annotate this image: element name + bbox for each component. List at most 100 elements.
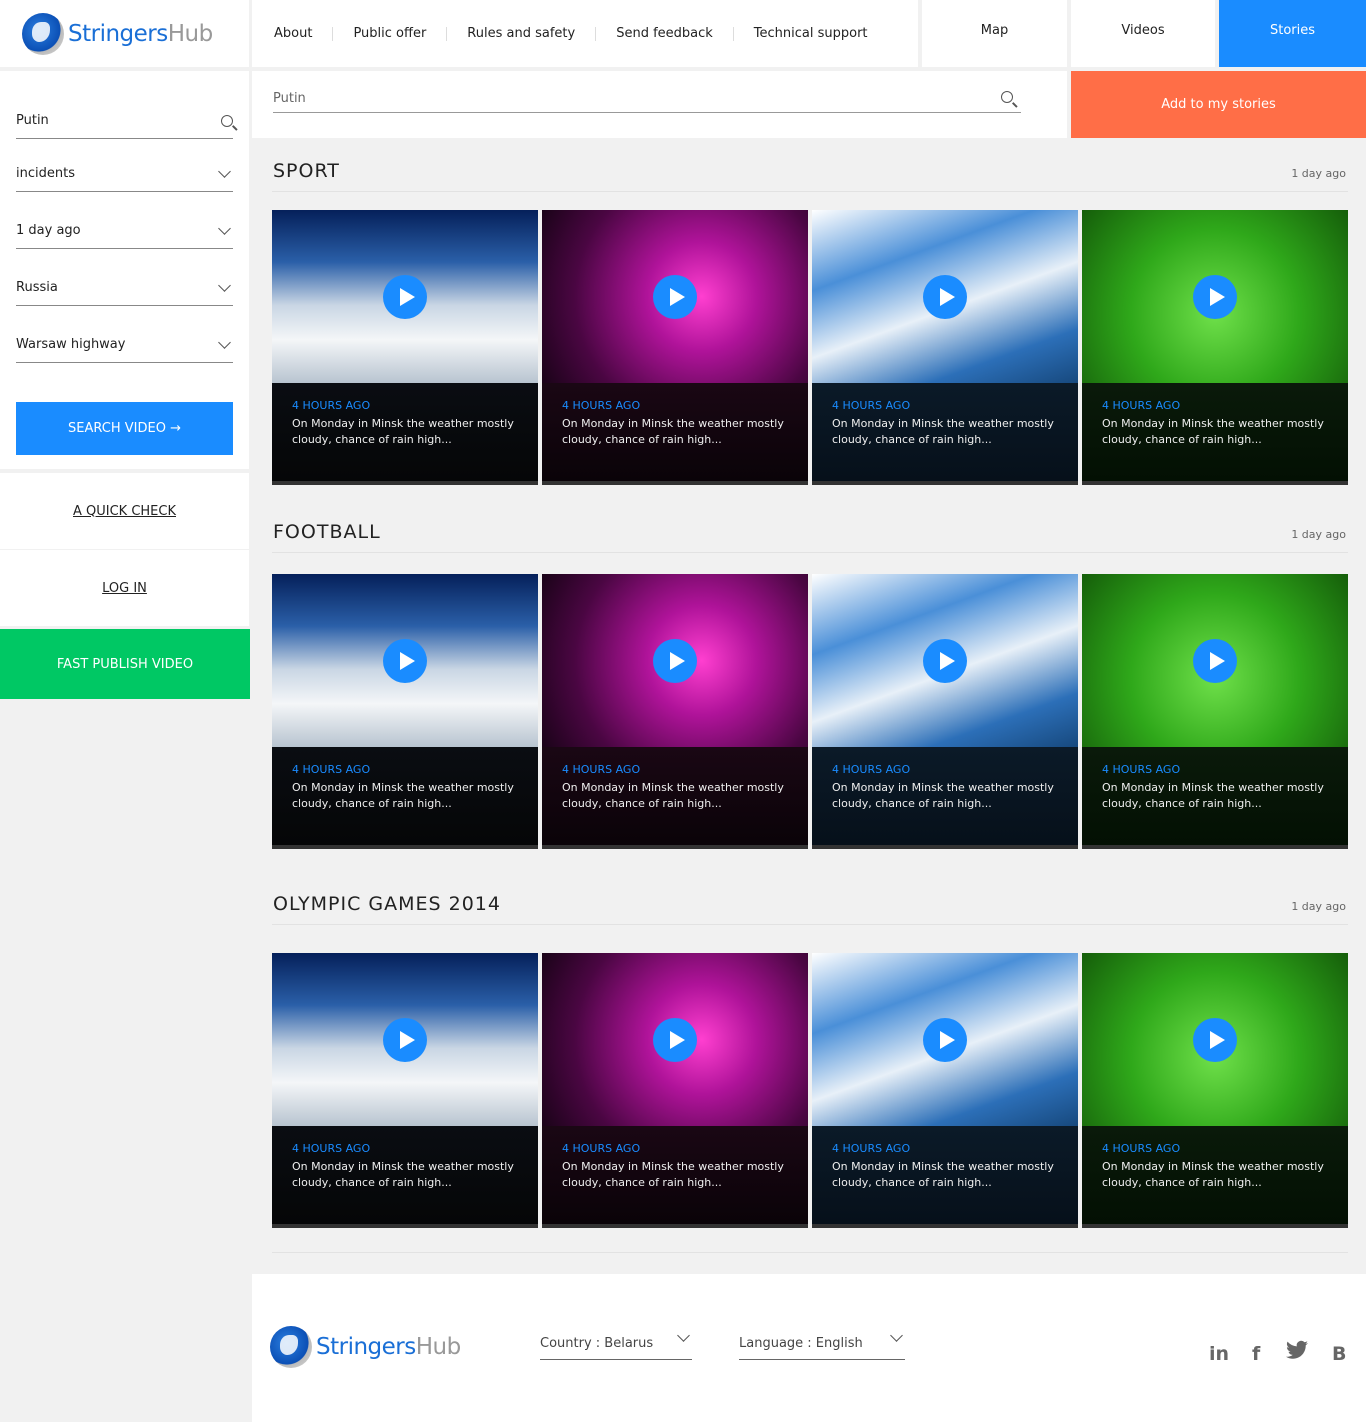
video-thumbnail[interactable] bbox=[812, 953, 1078, 1126]
video-card[interactable]: 4 HOURS AGO On Monday in Minsk the weathe… bbox=[812, 210, 1078, 485]
video-time: 4 HOURS AGO bbox=[832, 1142, 911, 1155]
video-time: 4 HOURS AGO bbox=[562, 399, 641, 412]
video-thumbnail[interactable] bbox=[812, 574, 1078, 747]
video-time: 4 HOURS AGO bbox=[1102, 763, 1181, 776]
filter-value: Russia bbox=[16, 280, 58, 295]
play-icon[interactable] bbox=[923, 274, 967, 319]
logo-text: Stringers bbox=[316, 1334, 416, 1360]
video-card[interactable]: 4 HOURS AGO On Monday in Minsk the weathe… bbox=[812, 574, 1078, 849]
play-icon[interactable] bbox=[1193, 1017, 1237, 1062]
video-description: On Monday in Minsk the weather mostly cl… bbox=[832, 417, 1054, 446]
logo-text: Stringers bbox=[68, 20, 168, 47]
filter-value: Warsaw highway bbox=[16, 337, 126, 352]
search-video-button[interactable]: SEARCH VIDEO → bbox=[16, 402, 233, 455]
play-icon[interactable] bbox=[1193, 274, 1237, 319]
filter-date[interactable]: 1 day ago bbox=[16, 221, 233, 249]
country-select[interactable]: Country : Belarus bbox=[540, 1329, 692, 1360]
video-thumbnail[interactable] bbox=[272, 953, 538, 1126]
nav-support[interactable]: Technical support bbox=[734, 26, 888, 41]
video-thumbnail[interactable] bbox=[272, 210, 538, 383]
chevron-down-icon bbox=[218, 335, 231, 349]
footer-logo[interactable]: StringersHub bbox=[270, 1326, 461, 1368]
video-description: On Monday in Minsk the weather mostly cl… bbox=[1102, 1160, 1324, 1189]
section-title: OLYMPIC GAMES 2014 bbox=[273, 893, 501, 915]
add-to-stories-button[interactable]: Add to my stories bbox=[1071, 71, 1366, 138]
video-time: 4 HOURS AGO bbox=[1102, 399, 1181, 412]
video-card[interactable]: 4 HOURS AGO On Monday in Minsk the weathe… bbox=[542, 953, 808, 1228]
video-card[interactable]: 4 HOURS AGO On Monday in Minsk the weathe… bbox=[272, 953, 538, 1228]
nav-feedback[interactable]: Send feedback bbox=[596, 26, 734, 41]
video-card[interactable]: 4 HOURS AGO On Monday in Minsk the weathe… bbox=[272, 574, 538, 849]
play-icon[interactable] bbox=[653, 638, 697, 683]
chevron-down-icon bbox=[218, 278, 231, 292]
video-thumbnail[interactable] bbox=[1082, 953, 1348, 1126]
video-description: On Monday in Minsk the weather mostly cl… bbox=[292, 417, 514, 446]
video-time: 4 HOURS AGO bbox=[832, 399, 911, 412]
filter-category[interactable]: incidents bbox=[16, 164, 233, 192]
search-bar: Putin bbox=[252, 71, 1067, 138]
section-date: 1 day ago bbox=[1291, 528, 1346, 541]
nav-rules[interactable]: Rules and safety bbox=[447, 26, 597, 41]
tab-stories[interactable]: Stories bbox=[1219, 0, 1366, 67]
video-thumbnail[interactable] bbox=[542, 953, 808, 1126]
video-card[interactable]: 4 HOURS AGO On Monday in Minsk the weathe… bbox=[542, 574, 808, 849]
nav-about[interactable]: About bbox=[274, 26, 334, 41]
video-time: 4 HOURS AGO bbox=[562, 1142, 641, 1155]
play-icon[interactable] bbox=[383, 1017, 427, 1062]
filter-location[interactable]: Warsaw highway bbox=[16, 335, 233, 363]
logo-box: StringersHub bbox=[0, 0, 249, 67]
globe-icon bbox=[270, 1326, 312, 1368]
video-card[interactable]: 4 HOURS AGO On Monday in Minsk the weathe… bbox=[1082, 210, 1348, 485]
facebook-icon[interactable]: f bbox=[1252, 1343, 1260, 1365]
play-icon[interactable] bbox=[383, 274, 427, 319]
quick-check-link[interactable]: A QUICK CHECK bbox=[0, 473, 249, 549]
video-thumbnail[interactable] bbox=[542, 210, 808, 383]
language-select[interactable]: Language : English bbox=[739, 1329, 905, 1360]
video-card[interactable]: 4 HOURS AGO On Monday in Minsk the weathe… bbox=[1082, 953, 1348, 1228]
video-thumbnail[interactable] bbox=[812, 210, 1078, 383]
tab-map[interactable]: Map bbox=[922, 0, 1067, 67]
login-link[interactable]: LOG IN bbox=[0, 550, 249, 626]
video-thumbnail[interactable] bbox=[1082, 574, 1348, 747]
divider bbox=[272, 191, 1348, 192]
search-value: Putin bbox=[16, 113, 49, 128]
sidebar-search-input[interactable]: Putin bbox=[16, 113, 233, 139]
video-description: On Monday in Minsk the weather mostly cl… bbox=[832, 781, 1054, 810]
video-thumbnail[interactable] bbox=[272, 574, 538, 747]
main-search-input[interactable]: Putin bbox=[273, 91, 1021, 113]
search-icon[interactable] bbox=[1001, 91, 1013, 103]
filter-value: incidents bbox=[16, 166, 75, 181]
blog-icon[interactable]: B bbox=[1332, 1343, 1346, 1365]
video-thumbnail[interactable] bbox=[542, 574, 808, 747]
fast-publish-button[interactable]: FAST PUBLISH VIDEO bbox=[0, 629, 250, 699]
video-description: On Monday in Minsk the weather mostly cl… bbox=[562, 781, 784, 810]
play-icon[interactable] bbox=[653, 1017, 697, 1062]
play-icon[interactable] bbox=[923, 638, 967, 683]
logo[interactable]: StringersHub bbox=[22, 12, 213, 55]
search-icon[interactable] bbox=[221, 114, 233, 127]
linkedin-icon[interactable]: in bbox=[1209, 1343, 1229, 1365]
video-description: On Monday in Minsk the weather mostly cl… bbox=[832, 1160, 1054, 1189]
country-value: Country : Belarus bbox=[540, 1336, 654, 1351]
divider bbox=[272, 1252, 1348, 1253]
video-card[interactable]: 4 HOURS AGO On Monday in Minsk the weathe… bbox=[542, 210, 808, 485]
video-description: On Monday in Minsk the weather mostly cl… bbox=[562, 417, 784, 446]
play-icon[interactable] bbox=[653, 274, 697, 319]
logo-text: Hub bbox=[167, 20, 213, 47]
video-card[interactable]: 4 HOURS AGO On Monday in Minsk the weathe… bbox=[812, 953, 1078, 1228]
video-time: 4 HOURS AGO bbox=[292, 1142, 371, 1155]
filter-country[interactable]: Russia bbox=[16, 278, 233, 306]
twitter-icon[interactable] bbox=[1286, 1340, 1308, 1365]
section-title: SPORT bbox=[273, 160, 340, 182]
nav-public-offer[interactable]: Public offer bbox=[333, 26, 448, 41]
video-thumbnail[interactable] bbox=[1082, 210, 1348, 383]
video-time: 4 HOURS AGO bbox=[832, 763, 911, 776]
play-icon[interactable] bbox=[1193, 638, 1237, 683]
play-icon[interactable] bbox=[383, 638, 427, 683]
tab-videos[interactable]: Videos bbox=[1071, 0, 1215, 67]
video-card[interactable]: 4 HOURS AGO On Monday in Minsk the weathe… bbox=[272, 210, 538, 485]
section-title: FOOTBALL bbox=[273, 521, 381, 543]
video-card[interactable]: 4 HOURS AGO On Monday in Minsk the weathe… bbox=[1082, 574, 1348, 849]
filter-value: 1 day ago bbox=[16, 223, 81, 238]
play-icon[interactable] bbox=[923, 1017, 967, 1062]
